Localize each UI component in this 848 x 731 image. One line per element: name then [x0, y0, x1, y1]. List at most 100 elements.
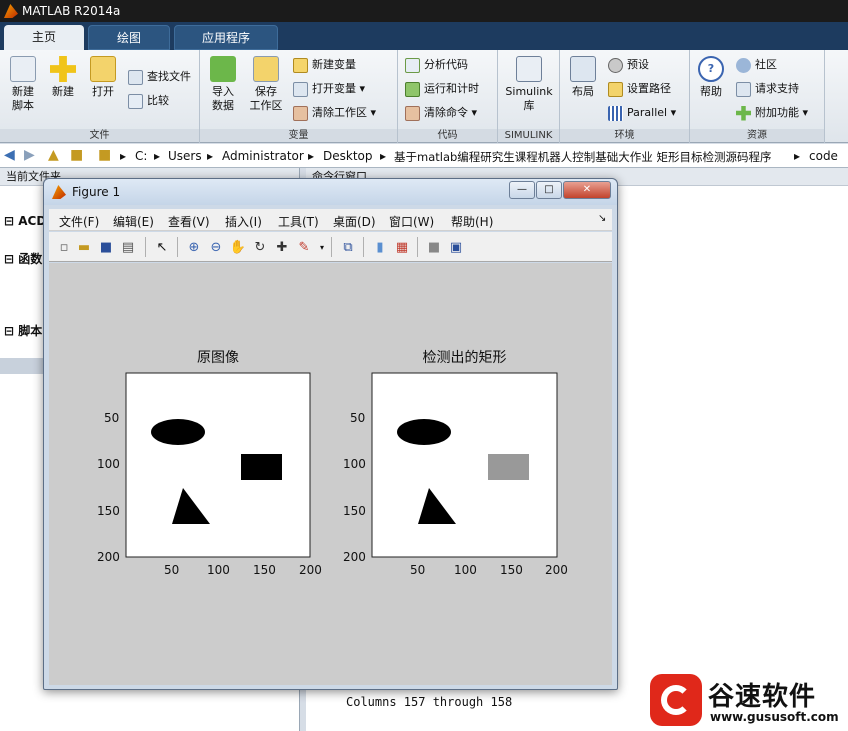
- browse-folder-icon[interactable]: ■: [70, 147, 83, 163]
- group-simulink: Simulink 库 SIMULINK: [498, 50, 560, 143]
- clear-workspace-button[interactable]: 清除工作区 ▾: [293, 103, 376, 123]
- addons-plus-icon: [736, 105, 751, 121]
- zoom-out-icon[interactable]: ⊖: [207, 238, 225, 256]
- run-and-time-button[interactable]: 运行和计时: [405, 79, 479, 99]
- open-variable-label: 打开变量: [312, 82, 356, 95]
- brush-icon[interactable]: ✎: [295, 238, 313, 256]
- open-button[interactable]: 打开: [86, 56, 120, 99]
- menu-tools[interactable]: 工具(T): [278, 213, 319, 230]
- axes-frame-detected[interactable]: [371, 372, 558, 558]
- print-icon[interactable]: ▤: [119, 238, 137, 256]
- path-separator: ▸: [154, 149, 161, 163]
- menu-file[interactable]: 文件(F): [59, 213, 99, 230]
- zoom-in-icon[interactable]: ⊕: [185, 238, 203, 256]
- open-variable-button[interactable]: 打开变量 ▾: [293, 79, 365, 99]
- breadcrumb-segment[interactable]: code: [809, 149, 838, 163]
- analyze-code-button[interactable]: 分析代码: [405, 55, 468, 75]
- layout-button[interactable]: 布局: [566, 56, 600, 99]
- new-button[interactable]: 新建: [46, 56, 80, 99]
- help-button[interactable]: ? 帮助: [696, 56, 726, 99]
- addons-label: 附加功能: [755, 106, 799, 119]
- group-variable: 导入 数据 保存 工作区 新建变量 打开变量 ▾ 清除工作区 ▾ 变量: [200, 50, 398, 143]
- ellipse-shape: [397, 419, 451, 445]
- figure-titlebar: Figure 1 — □ ✕: [44, 179, 617, 205]
- figure-toolbar: ▫ ▬ ■ ▤ ↖ ⊕ ⊖ ✋ ↻ ✚ ✎ ▾ ⧉ ▮ ▦ ■ ▣: [49, 232, 612, 262]
- menu-window[interactable]: 窗口(W): [389, 213, 434, 230]
- tab-home[interactable]: 主页: [4, 25, 84, 50]
- axes-frame-original[interactable]: [125, 372, 311, 558]
- addons-button[interactable]: 附加功能 ▾: [736, 103, 808, 123]
- pan-hand-icon[interactable]: ✋: [229, 238, 247, 256]
- breadcrumb-segment[interactable]: Users: [168, 149, 202, 163]
- y-tick-label: 150: [97, 504, 120, 518]
- new-figure-icon[interactable]: ▫: [55, 238, 73, 256]
- new-variable-button[interactable]: 新建变量: [293, 55, 356, 75]
- menu-desktop[interactable]: 桌面(D): [333, 213, 376, 230]
- tab-plots[interactable]: 绘图: [88, 25, 170, 50]
- menu-help[interactable]: 帮助(H): [451, 213, 493, 230]
- brush-dropdown-icon[interactable]: ▾: [313, 238, 331, 256]
- find-files-button[interactable]: 查找文件: [128, 67, 191, 87]
- link-plot-icon[interactable]: ⧉: [339, 238, 357, 256]
- help-label: 帮助: [700, 85, 722, 98]
- x-tick-label: 50: [410, 563, 426, 577]
- open-file-icon[interactable]: ▬: [75, 238, 93, 256]
- rotate-3d-icon[interactable]: ↻: [251, 238, 269, 256]
- pointer-icon[interactable]: ↖: [153, 238, 171, 256]
- y-tick-label: 50: [350, 411, 366, 425]
- clear-commands-button[interactable]: 清除命令 ▾: [405, 103, 477, 123]
- folder-group-row[interactable]: ⊟ 函数: [4, 250, 42, 267]
- set-path-button[interactable]: 设置路径: [608, 79, 671, 99]
- menu-insert[interactable]: 插入(I): [225, 213, 262, 230]
- figure-window: Figure 1 — □ ✕ 文件(F) 编辑(E) 查看(V) 插入(I) 工…: [43, 178, 618, 690]
- import-data-button[interactable]: 导入 数据: [206, 56, 240, 113]
- back-icon[interactable]: ◀: [4, 147, 15, 163]
- open-label: 打开: [92, 85, 114, 98]
- forward-icon[interactable]: ▶: [24, 147, 35, 163]
- preferences-button[interactable]: 预设: [608, 55, 649, 75]
- breadcrumb-segment[interactable]: Desktop: [323, 149, 373, 163]
- up-folder-icon[interactable]: ▲: [48, 147, 59, 163]
- data-cursor-icon[interactable]: ✚: [273, 238, 291, 256]
- save-workspace-button[interactable]: 保存 工作区: [246, 56, 286, 113]
- brand-url: www.gususoft.com: [710, 710, 839, 724]
- group-label-simulink: SIMULINK: [498, 129, 559, 142]
- menu-view[interactable]: 查看(V): [168, 213, 210, 230]
- save-icon[interactable]: ■: [97, 238, 115, 256]
- analyze-label: 分析代码: [424, 58, 468, 71]
- new-script-button[interactable]: 新建 脚本: [6, 56, 40, 113]
- show-plot-tools-icon[interactable]: ▣: [447, 238, 465, 256]
- request-support-button[interactable]: 请求支持: [736, 79, 799, 99]
- new-variable-label: 新建变量: [312, 58, 356, 71]
- support-icon: [736, 81, 751, 97]
- preferences-label: 预设: [627, 58, 649, 71]
- new-script-icon: [10, 56, 36, 82]
- folder-group-label: 函数: [18, 252, 43, 266]
- folder-icon: [608, 81, 623, 97]
- compare-button[interactable]: 比较: [128, 91, 169, 111]
- breadcrumb-segment[interactable]: Administrator: [222, 149, 304, 163]
- y-tick-label: 100: [97, 457, 120, 471]
- toolbar-separator: [145, 237, 146, 257]
- breadcrumb-segment[interactable]: 基于matlab编程研究生课程机器人控制基础大作业 矩形目标检测源码程序: [394, 149, 771, 165]
- community-button[interactable]: 社区: [736, 55, 777, 75]
- figure-canvas: 原图像 检测出的矩形 50 100 150 200 50 100 150 200…: [49, 263, 612, 685]
- colorbar-icon[interactable]: ▮: [371, 238, 389, 256]
- menu-edit[interactable]: 编辑(E): [113, 213, 154, 230]
- dock-arrow-icon[interactable]: ↘: [598, 213, 606, 224]
- find-files-label: 查找文件: [147, 70, 191, 83]
- tab-apps[interactable]: 应用程序: [174, 25, 278, 50]
- folder-group-row[interactable]: ⊟ ACD: [4, 214, 46, 228]
- folder-group-row[interactable]: ⊟ 脚本: [4, 322, 42, 339]
- minimize-button[interactable]: —: [509, 181, 535, 199]
- toolbar-separator: [331, 237, 332, 257]
- parallel-button[interactable]: Parallel ▾: [608, 103, 676, 123]
- hide-plot-tools-icon[interactable]: ■: [425, 238, 443, 256]
- maximize-button[interactable]: □: [536, 181, 562, 199]
- breadcrumb-segment[interactable]: C:: [135, 149, 147, 163]
- y-tick-label: 200: [343, 550, 366, 564]
- simulink-library-button[interactable]: Simulink 库: [504, 56, 554, 113]
- y-tick-label: 100: [343, 457, 366, 471]
- legend-icon[interactable]: ▦: [393, 238, 411, 256]
- close-button[interactable]: ✕: [563, 181, 611, 199]
